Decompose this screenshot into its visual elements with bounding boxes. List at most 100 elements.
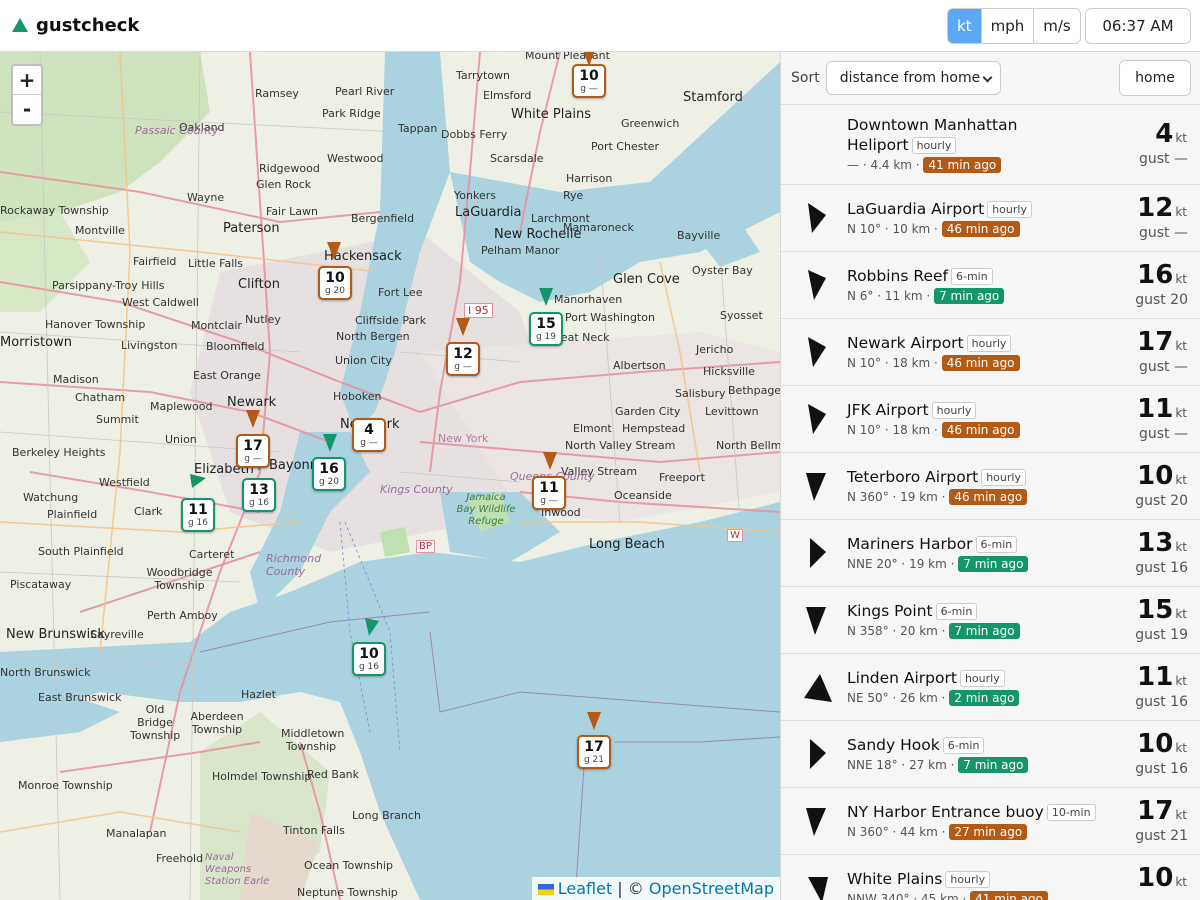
zoom-out-button[interactable]: - xyxy=(13,95,41,124)
station-marker[interactable]: 17 g — xyxy=(236,434,270,468)
label-new-york: New York xyxy=(438,432,489,445)
label-stamford: Stamford xyxy=(683,90,743,105)
brand[interactable]: gustcheck xyxy=(12,15,139,36)
speed-value: 12 xyxy=(1137,193,1174,223)
station-speed: 4 kt xyxy=(1155,119,1187,149)
station-list: Downtown Manhattan Heliport hourly — · 4.4… xyxy=(781,105,1200,900)
station-marker[interactable]: 4 g — xyxy=(352,418,386,452)
osm-link[interactable]: OpenStreetMap xyxy=(649,879,774,898)
clock-display[interactable]: 06:37 AM xyxy=(1085,8,1191,44)
unit-kt-button[interactable]: kt xyxy=(948,9,982,43)
wind-arrow-icon xyxy=(543,452,557,470)
label-fairfield: Fairfield xyxy=(133,255,177,268)
label-montville: Montville xyxy=(75,224,125,237)
speed-value: 11 xyxy=(1137,662,1174,692)
label-berkeley-heights: Berkeley Heights xyxy=(12,446,106,459)
label-tappan: Tappan xyxy=(398,122,438,135)
station-marker[interactable]: 11 g — xyxy=(532,476,566,510)
label-freeport: Freeport xyxy=(659,471,705,484)
station-row[interactable]: Linden Airport hourly NE 50° · 26 km · 2 m… xyxy=(781,654,1200,721)
station-speed: 15 kt xyxy=(1137,595,1187,625)
marker-gust: g 19 xyxy=(535,332,557,342)
label-bloomfield: Bloomfield xyxy=(206,340,265,353)
station-row[interactable]: Newark Airport hourly N 10° · 18 km · 46 m… xyxy=(781,319,1200,386)
station-row[interactable]: Sandy Hook 6-min NNE 18° · 27 km · 7 min a… xyxy=(781,721,1200,788)
station-row[interactable]: JFK Airport hourly N 10° · 18 km · 46 min … xyxy=(781,386,1200,453)
label-summit: Summit xyxy=(96,413,139,426)
label-carteret: Carteret xyxy=(189,548,235,561)
unit-mph-button[interactable]: mph xyxy=(981,9,1035,43)
label-w: W xyxy=(727,529,743,542)
unit-ms-button[interactable]: m/s xyxy=(1034,9,1080,43)
label-park-ridge: Park Ridge xyxy=(322,107,381,120)
station-marker[interactable]: 10 g — xyxy=(572,64,606,98)
leaflet-link[interactable]: Leaflet xyxy=(558,879,612,898)
station-row[interactable]: NY Harbor Entrance buoy 10-min N 360° · 44… xyxy=(781,788,1200,855)
wind-direction-icon xyxy=(810,738,826,769)
map-view[interactable]: Mount Pleasant Tarrytown Stamford Ramsey… xyxy=(0,52,780,900)
station-speed: 10 kt xyxy=(1137,863,1187,893)
interval-badge: hourly xyxy=(959,670,1005,687)
station-name-text: Kings Point xyxy=(847,602,933,620)
station-marker[interactable]: 15 g 19 xyxy=(529,312,563,346)
station-direction-distance: N 360° · 44 km · xyxy=(847,825,946,839)
age-badge: 46 min ago xyxy=(949,489,1028,505)
label-fair-lawn: Fair Lawn xyxy=(266,205,318,218)
label-cliffside-park: Cliffside Park xyxy=(355,314,427,327)
station-row[interactable]: Mariners Harbor 6-min NNE 20° · 19 km · 7 … xyxy=(781,520,1200,587)
marker-gust: g — xyxy=(540,496,558,506)
station-marker[interactable]: 16 g 20 xyxy=(312,457,346,491)
age-badge: 7 min ago xyxy=(958,556,1029,572)
station-marker[interactable]: 11 g 16 xyxy=(181,498,215,532)
label-syosset: Syosset xyxy=(720,309,763,322)
station-row[interactable]: White Plains hourly NNW 340° · 45 km · 41 … xyxy=(781,855,1200,900)
home-button[interactable]: home xyxy=(1119,60,1191,96)
station-direction-distance: — · 4.4 km · xyxy=(847,158,920,172)
age-badge: 46 min ago xyxy=(941,422,1020,438)
label-port-washington: Port Washington xyxy=(565,311,655,324)
station-marker[interactable]: 13 g 16 xyxy=(242,478,276,512)
zoom-in-button[interactable]: + xyxy=(13,66,41,95)
label-garden-city: Garden City xyxy=(615,405,681,418)
station-row[interactable]: Robbins Reef 6-min N 6° · 11 km · 7 min ag… xyxy=(781,252,1200,319)
triangle-logo-icon xyxy=(12,17,28,32)
speed-unit: kt xyxy=(1175,473,1187,487)
label-red-bank: Red Bank xyxy=(307,768,360,781)
station-speed: 12 kt xyxy=(1137,193,1187,223)
label-livingston: Livingston xyxy=(121,339,178,352)
wind-arrow-icon xyxy=(246,410,260,428)
interval-badge: hourly xyxy=(966,335,1012,352)
station-name-text: Teterboro Airport xyxy=(847,468,979,486)
marker-speed: 11 xyxy=(539,480,559,496)
wind-direction-icon xyxy=(808,876,828,900)
label-sayreville: Sayreville xyxy=(90,628,144,641)
station-row[interactable]: LaGuardia Airport hourly N 10° · 10 km · 4… xyxy=(781,185,1200,252)
station-row[interactable]: Teterboro Airport hourly N 360° · 19 km · … xyxy=(781,453,1200,520)
label-freehold: Freehold xyxy=(156,852,204,865)
label-oyster-bay: Oyster Bay xyxy=(692,264,753,277)
station-name-text: Linden Airport xyxy=(847,669,957,687)
label-maplewood: Maplewood xyxy=(150,400,213,413)
station-name: JFK Airport hourly xyxy=(847,401,977,419)
station-row[interactable]: Kings Point 6-min N 358° · 20 km · 7 min a… xyxy=(781,587,1200,654)
station-marker[interactable]: 10 g 16 xyxy=(352,642,386,676)
station-speed: 17 kt xyxy=(1137,327,1187,357)
label-plainfield: Plainfield xyxy=(47,508,98,521)
station-row[interactable]: Downtown Manhattan Heliport hourly — · 4.4… xyxy=(781,105,1200,185)
label-hanover: Hanover Township xyxy=(45,318,146,331)
label-bp: BP xyxy=(416,540,435,553)
wind-arrow-icon xyxy=(539,288,553,306)
label-rockaway-twp: Rockaway Township xyxy=(0,204,109,217)
station-marker[interactable]: 17 g 21 xyxy=(577,735,611,769)
station-speed: 17 kt xyxy=(1137,796,1187,826)
label-new-rochelle: New Rochelle xyxy=(494,227,582,242)
label-north-bergen: North Bergen xyxy=(336,330,410,343)
station-marker[interactable]: 12 g — xyxy=(446,342,480,376)
marker-speed: 12 xyxy=(453,346,473,362)
interval-badge: 6-min xyxy=(975,536,1018,553)
sort-select[interactable]: distance from home xyxy=(825,61,1001,95)
speed-value: 16 xyxy=(1137,260,1174,290)
label-mount-pleasant: Mount Pleasant xyxy=(525,52,610,62)
label-chatham: Chatham xyxy=(75,391,126,404)
station-marker[interactable]: 10 g 20 xyxy=(318,266,352,300)
